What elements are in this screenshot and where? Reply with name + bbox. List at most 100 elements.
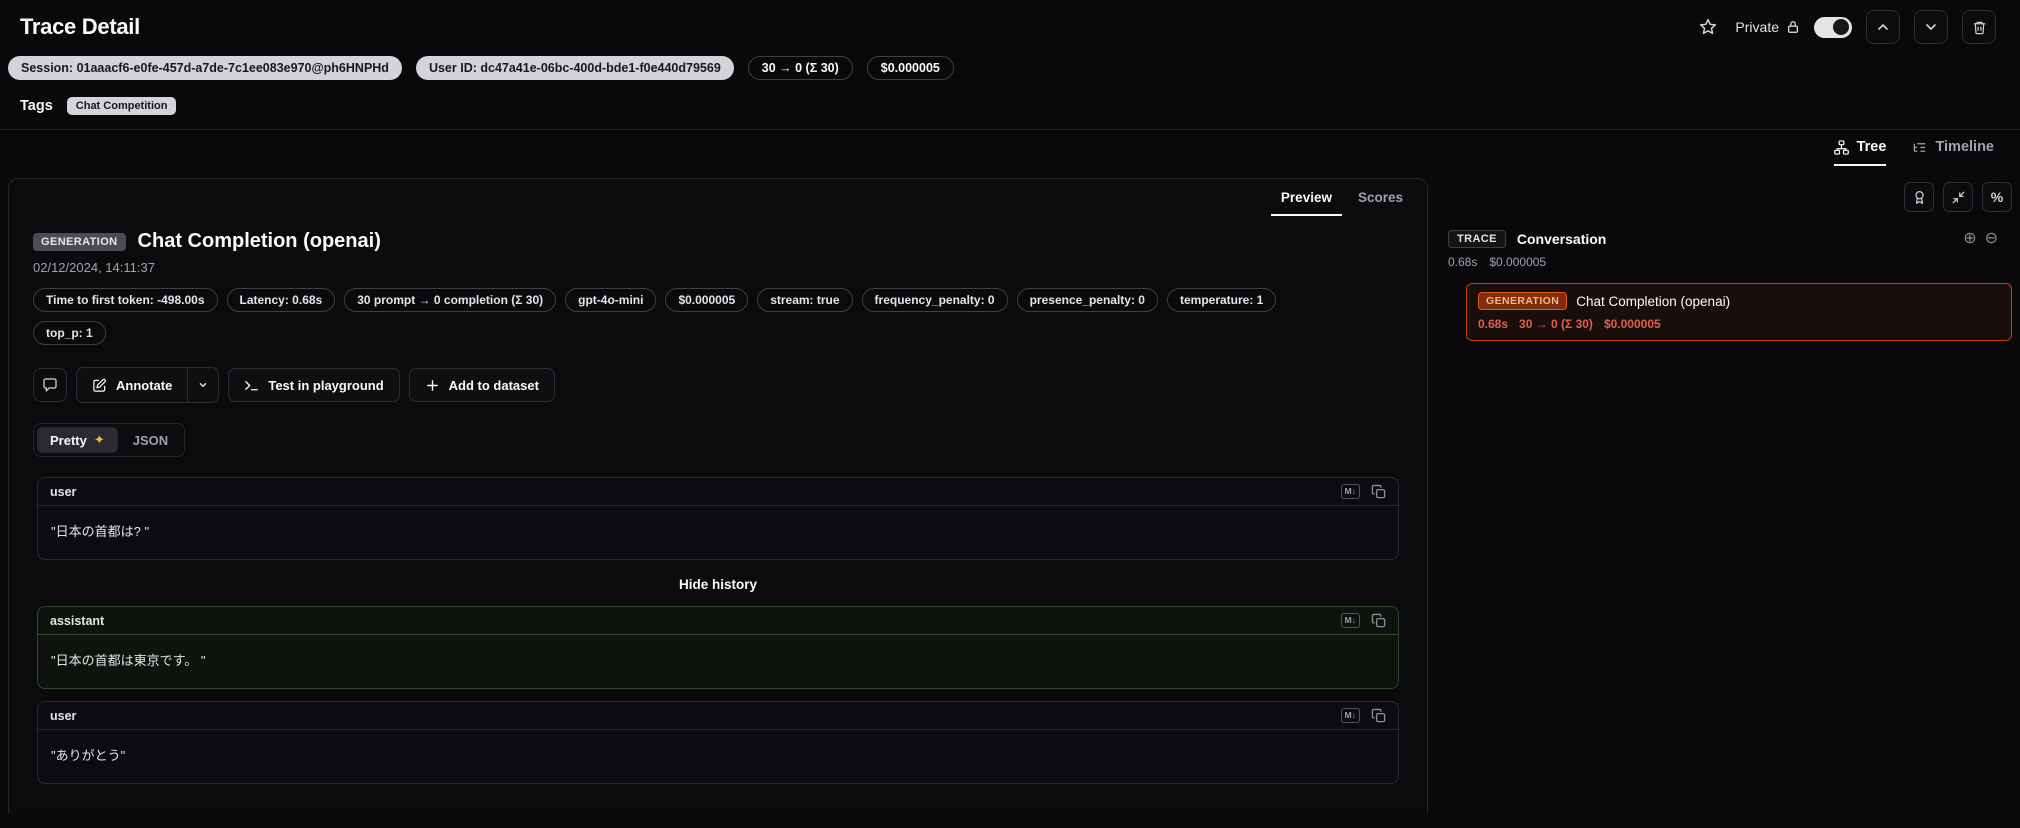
observation-timestamp: 02/12/2024, 14:11:37 <box>33 260 155 275</box>
test-in-playground-button[interactable]: Test in playground <box>228 368 400 402</box>
toggle-knob <box>1833 19 1849 35</box>
tags-label: Tags <box>20 97 53 114</box>
tab-tree-label: Tree <box>1856 139 1887 155</box>
generation-latency: 0.68s <box>1478 317 1509 331</box>
trace-cost: $0.000005 <box>1489 255 1547 269</box>
chevron-down-icon <box>1926 24 1936 30</box>
public-share-toggle[interactable] <box>1814 16 1852 38</box>
chevron-down-icon <box>200 383 207 387</box>
trace-latency: 0.68s <box>1448 255 1478 269</box>
award-icon <box>1914 190 1924 204</box>
message-content: "ありがとう" <box>51 748 126 763</box>
generation-node-heading: GENERATION Chat Completion (openai) <box>1478 292 2000 310</box>
metrics-toggle-button[interactable]: % <box>1982 182 2012 212</box>
user-id-badge[interactable]: User ID: dc47a41e-06bc-400d-bde1-f0e440d… <box>415 56 734 80</box>
param-badge: Time to first token: -498.00s <box>33 288 218 312</box>
observation-actions: Annotate Test in playground Add to datas… <box>33 367 1403 403</box>
annotate-button-group: Annotate <box>76 367 220 403</box>
pen-square-icon <box>93 378 106 392</box>
message-actions: M↓ <box>1340 484 1386 499</box>
tree-node-generation-selected[interactable]: GENERATION Chat Completion (openai) 0.68… <box>1466 283 2012 341</box>
param-badge: top_p: 1 <box>33 321 106 345</box>
param-badge: Latency: 0.68s <box>226 288 336 312</box>
param-badge: gpt-4o-mini <box>565 288 657 312</box>
trace-title: Conversation <box>1516 231 1607 247</box>
expand-node-icon[interactable]: ⊕ <box>1963 231 1976 247</box>
playground-label: Test in playground <box>268 377 384 393</box>
tag-badge[interactable]: Chat Competition <box>66 97 177 115</box>
add-to-dataset-button[interactable]: Add to dataset <box>408 368 555 402</box>
annotate-label: Annotate <box>116 377 173 393</box>
annotate-button[interactable]: Annotate <box>77 368 187 402</box>
copy-icon[interactable] <box>1371 708 1386 723</box>
visibility-text: Private <box>1735 19 1779 35</box>
tab-tree[interactable]: Tree <box>1833 139 1887 166</box>
message-content: "日本の首都は東京です。 " <box>51 653 206 668</box>
message-card: user M↓ "日本の首都は? " <box>37 477 1399 560</box>
annotate-dropdown-button[interactable] <box>187 368 218 402</box>
plus-icon <box>426 379 438 391</box>
message-actions: M↓ <box>1340 708 1386 723</box>
trash-icon <box>1973 21 1985 34</box>
lock-icon <box>1788 21 1798 33</box>
scores-toggle-button[interactable] <box>1904 182 1934 212</box>
message-content: "日本の首都は? " <box>51 524 150 539</box>
view-tabs: Tree Timeline <box>0 130 2020 166</box>
timeline-icon <box>1914 142 1926 152</box>
pretty-view-toggle[interactable]: Pretty ✦ <box>37 427 118 453</box>
hide-history-button[interactable]: Hide history <box>37 572 1399 594</box>
message-list: user M↓ "日本の首都は? " Hide history assistan… <box>37 477 1399 784</box>
tab-preview[interactable]: Preview <box>1270 184 1342 216</box>
collapse-icon <box>1951 190 1965 204</box>
copy-icon[interactable] <box>1371 613 1386 628</box>
param-badge: temperature: 1 <box>1166 288 1277 312</box>
sparkles-icon: ✦ <box>93 432 105 447</box>
markdown-toggle-icon[interactable]: M↓ <box>1340 708 1360 723</box>
observation-heading: GENERATION Chat Completion (openai) <box>9 216 1427 253</box>
add-to-dataset-label: Add to dataset <box>448 377 539 393</box>
message-role: assistant <box>50 613 105 628</box>
generation-cost: $0.000005 <box>1603 317 1661 331</box>
markdown-toggle-icon[interactable]: M↓ <box>1340 484 1360 499</box>
message-header: user M↓ <box>38 478 1398 506</box>
trace-type-badge: TRACE <box>1448 230 1506 248</box>
message-card: user M↓ "ありがとう" <box>37 701 1399 784</box>
tree-icon <box>1833 139 1849 155</box>
json-view-toggle[interactable]: JSON <box>120 428 181 453</box>
comment-button[interactable] <box>33 368 67 402</box>
collapse-all-button[interactable] <box>1943 182 1973 212</box>
message-header: user M↓ <box>38 702 1398 730</box>
comment-bubble-icon <box>43 378 57 392</box>
next-trace-button[interactable] <box>1914 10 1948 44</box>
content-split: Preview Scores GENERATION Chat Completio… <box>0 166 2020 814</box>
visibility-label: Private <box>1735 19 1800 35</box>
trace-meta-row: Session: 01aaacf6-e0fe-457d-a7de-7c1ee08… <box>0 52 2020 88</box>
page-header: Trace Detail Private <box>0 0 2020 52</box>
star-icon <box>1700 18 1717 35</box>
generation-type-badge: GENERATION <box>1478 292 1568 310</box>
param-badge: $0.000005 <box>665 288 749 312</box>
session-badge[interactable]: Session: 01aaacf6-e0fe-457d-a7de-7c1ee08… <box>8 56 402 80</box>
tree-toolbar: % <box>1448 182 2012 212</box>
format-toggle: Pretty ✦ JSON <box>33 423 186 457</box>
observation-title: Chat Completion (openai) <box>137 230 381 252</box>
message-header: assistant M↓ <box>38 607 1398 635</box>
generation-node-title: Chat Completion (openai) <box>1576 293 1731 309</box>
delete-trace-button[interactable] <box>1962 10 1996 44</box>
tree-node-trace[interactable]: TRACE Conversation ⊕ ⊖ <box>1448 230 2012 248</box>
markdown-toggle-icon[interactable]: M↓ <box>1340 613 1360 628</box>
token-usage-badge: 30 → 0 (Σ 30) <box>747 56 853 80</box>
collapse-node-icon[interactable]: ⊖ <box>1985 231 1998 247</box>
param-badge: stream: true <box>757 288 853 312</box>
bookmark-star-button[interactable] <box>1695 14 1721 40</box>
previous-trace-button[interactable] <box>1866 10 1900 44</box>
total-cost-badge: $0.000005 <box>866 56 954 80</box>
param-badge: frequency_penalty: 0 <box>861 288 1008 312</box>
copy-icon[interactable] <box>1371 484 1386 499</box>
preview-tabs: Preview Scores <box>9 179 1427 216</box>
observation-preview-card: Preview Scores GENERATION Chat Completio… <box>8 178 1428 814</box>
tab-timeline[interactable]: Timeline <box>1912 139 1994 166</box>
terminal-icon <box>245 380 259 390</box>
tab-scores[interactable]: Scores <box>1348 184 1413 216</box>
param-badge: presence_penalty: 0 <box>1016 288 1158 312</box>
